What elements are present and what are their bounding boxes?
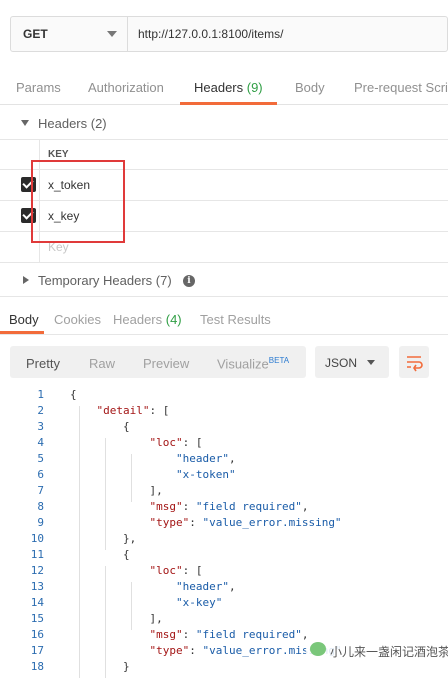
response-tab-headers[interactable]: Headers (4) <box>113 312 182 327</box>
code-line: "loc": [ <box>149 436 203 449</box>
code-line: { <box>70 548 130 561</box>
code-line: "x-key" <box>175 596 223 609</box>
code-line: "detail": [ <box>96 404 170 417</box>
wrap-lines-icon <box>407 356 423 372</box>
response-tab-cookies[interactable]: Cookies <box>54 312 101 327</box>
line-number: 3 <box>37 420 44 433</box>
code-line: "type": "value_error.missing" <box>149 516 342 529</box>
line-number: 6 <box>37 468 44 481</box>
code-line: "loc": [ <box>149 564 203 577</box>
url-input[interactable]: http://127.0.0.1:8100/items/ <box>138 27 283 41</box>
highlight-annotation-box <box>31 160 125 243</box>
code-line: ], <box>70 612 163 625</box>
code-line: "header", <box>175 580 236 593</box>
active-tab-indicator <box>180 102 277 105</box>
format-label: JSON <box>325 356 358 370</box>
tab-pre-request-script[interactable]: Pre-request Script <box>354 80 448 95</box>
line-number: 9 <box>37 516 44 529</box>
headers-section-title[interactable]: Headers (2) <box>38 116 107 131</box>
code-line: "type": "value_error.missing" <box>149 644 342 657</box>
line-number: 8 <box>37 500 44 513</box>
line-number: 1 <box>37 388 44 401</box>
line-number: 16 <box>30 628 44 641</box>
info-icon[interactable]: i <box>183 275 195 287</box>
line-number: 14 <box>30 596 44 609</box>
tab-body[interactable]: Body <box>295 80 325 95</box>
wechat-icon <box>310 642 326 656</box>
line-number: 13 <box>30 580 44 593</box>
code-line: "msg": "field required", <box>149 628 309 641</box>
code-line: "msg": "field required", <box>149 500 309 513</box>
chevron-down-icon <box>107 31 117 37</box>
line-number: 11 <box>30 548 44 561</box>
divider <box>0 139 448 140</box>
method-label: GET <box>23 27 48 41</box>
code-line: { <box>70 388 77 401</box>
temporary-headers-title[interactable]: Temporary Headers (7) <box>38 273 172 288</box>
tab-headers-label: Headers <box>194 80 247 95</box>
divider <box>0 262 448 263</box>
response-headers-label: Headers <box>113 312 166 327</box>
view-preview-button[interactable]: Preview <box>143 356 189 371</box>
response-tab-body[interactable]: Body <box>9 312 39 327</box>
key-column-header: KEY <box>48 149 69 160</box>
view-raw-button[interactable]: Raw <box>89 356 115 371</box>
tab-authorization[interactable]: Authorization <box>88 80 164 95</box>
request-tabs: Params Authorization Headers (9) Body Pr… <box>0 66 448 105</box>
code-line: { <box>70 420 130 433</box>
view-pretty-button[interactable]: Pretty <box>26 356 60 371</box>
response-tab-test-results[interactable]: Test Results <box>200 312 271 327</box>
beta-badge: BETA <box>268 356 290 365</box>
tab-headers[interactable]: Headers (9) <box>194 80 263 95</box>
expand-icon[interactable] <box>23 276 29 284</box>
chevron-down-icon <box>367 360 375 365</box>
watermark: 小儿来一盏闲记酒泡茶 <box>306 636 448 664</box>
line-number: 4 <box>37 436 44 449</box>
line-number: 15 <box>30 612 44 625</box>
tab-params[interactable]: Params <box>16 80 61 95</box>
code-line: ], <box>70 484 163 497</box>
divider <box>0 334 448 335</box>
code-line: }, <box>70 532 137 545</box>
response-body-code: 1 {2 "detail": [ 3 {4 "loc": [ 5 "header", 6… <box>0 388 448 678</box>
divider <box>0 296 448 297</box>
tab-headers-count: (9) <box>246 80 263 95</box>
format-select[interactable]: JSON <box>315 346 389 378</box>
method-select[interactable]: GET <box>11 17 128 51</box>
line-number: 18 <box>30 660 44 673</box>
code-line: "x-token" <box>175 468 236 481</box>
response-headers-count: (4) <box>165 312 182 327</box>
visualize-label: Visualize <box>217 356 269 372</box>
view-visualize-button[interactable]: VisualizeBETA <box>217 356 289 371</box>
code-line: "header", <box>175 452 236 465</box>
line-number: 2 <box>37 404 44 417</box>
watermark-text: 小儿来一盏闲记酒泡茶 <box>330 645 448 659</box>
collapse-icon[interactable] <box>21 120 29 126</box>
line-number: 12 <box>30 564 44 577</box>
wrap-lines-button[interactable] <box>399 346 429 378</box>
line-number: 17 <box>30 644 44 657</box>
code-line: } <box>70 660 130 673</box>
line-number: 7 <box>37 484 44 497</box>
line-number: 10 <box>30 532 44 545</box>
view-mode-toolbar: Pretty Raw Preview VisualizeBETA <box>10 346 306 378</box>
line-number: 5 <box>37 452 44 465</box>
